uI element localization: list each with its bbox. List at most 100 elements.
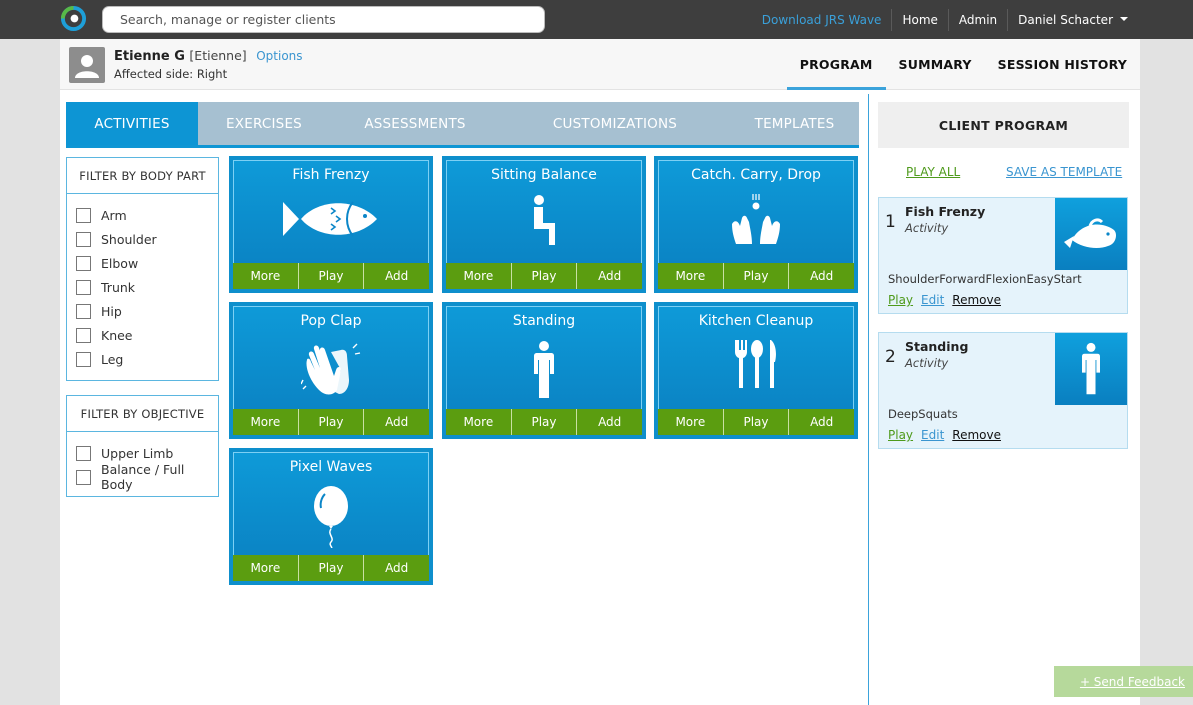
checkbox[interactable]	[76, 279, 91, 295]
save-as-template-link[interactable]: SAVE AS TEMPLATE	[1006, 165, 1122, 179]
add-button[interactable]: Add	[363, 409, 429, 435]
checkbox[interactable]	[76, 303, 91, 319]
admin-link[interactable]: Admin	[947, 8, 1007, 31]
activity-card[interactable]: Kitchen Cleanup More Play Add	[654, 302, 858, 439]
filter-label: Knee	[101, 327, 133, 343]
filter-item-trunk[interactable]: Trunk	[67, 275, 218, 299]
program-item-number: 1	[885, 212, 896, 232]
tab-session-history[interactable]: SESSION HISTORY	[985, 39, 1140, 90]
standing-person-icon	[534, 341, 554, 398]
filter-item-hip[interactable]: Hip	[67, 299, 218, 323]
tab-exercises[interactable]: EXERCISES	[198, 102, 330, 145]
checkbox[interactable]	[76, 327, 91, 343]
balloon-icon	[314, 486, 348, 548]
client-name: Etienne G	[114, 49, 185, 64]
user-menu[interactable]: Daniel Schacter	[1007, 8, 1138, 31]
jrs-logo-icon[interactable]	[60, 5, 87, 32]
remove-link[interactable]: Remove	[952, 428, 1001, 442]
filter-label: Shoulder	[101, 231, 157, 247]
avatar	[69, 47, 105, 83]
play-button[interactable]: Play	[510, 263, 577, 289]
program-item-actions: Play Edit Remove	[888, 428, 1001, 442]
play-button[interactable]: Play	[297, 409, 364, 435]
top-bar: Search, manage or register clients Downl…	[0, 0, 1193, 39]
add-button[interactable]: Add	[788, 409, 854, 435]
checkbox[interactable]	[76, 207, 91, 223]
main-panel: Etienne G [Etienne] Options Affected sid…	[60, 39, 1140, 705]
checkbox[interactable]	[76, 255, 91, 271]
program-item-type: Activity	[905, 356, 949, 370]
tab-program[interactable]: PROGRAM	[786, 39, 886, 90]
filter-item-arm[interactable]: Arm	[67, 203, 218, 227]
client-options-link[interactable]: Options	[256, 49, 302, 63]
program-item-config: ShoulderForwardFlexionEasyStart	[888, 272, 1082, 286]
tab-activities[interactable]: ACTIVITIES	[66, 102, 198, 145]
filter-item-leg[interactable]: Leg	[67, 347, 218, 371]
download-link[interactable]: Download JRS Wave	[752, 9, 892, 31]
user-silhouette-icon	[75, 55, 99, 78]
more-button[interactable]: More	[446, 409, 511, 435]
play-link[interactable]: Play	[888, 428, 913, 442]
remove-link[interactable]: Remove	[952, 293, 1001, 307]
more-button[interactable]: More	[233, 555, 298, 581]
play-all-link[interactable]: PLAY ALL	[906, 165, 960, 179]
filter-body-part-title: FILTER BY BODY PART	[67, 158, 218, 194]
play-link[interactable]: Play	[888, 293, 913, 307]
tab-templates[interactable]: TEMPLATES	[730, 102, 859, 145]
filter-label: Arm	[101, 207, 127, 223]
sitting-person-icon	[534, 195, 555, 245]
activity-card[interactable]: Pixel Waves More Play Add	[229, 448, 433, 585]
play-button[interactable]: Play	[510, 409, 577, 435]
filter-item-knee[interactable]: Knee	[67, 323, 218, 347]
fish-icon	[1064, 218, 1116, 248]
category-tabs: ACTIVITIES EXERCISES ASSESSMENTS CUSTOMI…	[66, 102, 859, 148]
more-button[interactable]: More	[658, 409, 723, 435]
more-button[interactable]: More	[446, 263, 511, 289]
affected-side: Affected side: Right	[114, 67, 228, 81]
play-button[interactable]: Play	[722, 263, 789, 289]
send-feedback-button[interactable]: + Send Feedback	[1054, 666, 1193, 697]
client-program-title: CLIENT PROGRAM	[878, 102, 1129, 148]
checkbox[interactable]	[76, 469, 91, 485]
add-button[interactable]: Add	[788, 263, 854, 289]
add-button[interactable]: Add	[363, 555, 429, 581]
play-button[interactable]: Play	[297, 263, 364, 289]
activity-card-buttons: More Play Add	[446, 409, 642, 435]
filter-objective: FILTER BY OBJECTIVE Upper Limb Balance /…	[66, 395, 219, 497]
activity-card-buttons: More Play Add	[233, 409, 429, 435]
tab-summary[interactable]: SUMMARY	[886, 39, 985, 90]
activity-card[interactable]: Sitting Balance More Play Add	[442, 156, 646, 293]
activity-card[interactable]: Fish Frenzy More Play Add	[229, 156, 433, 293]
checkbox[interactable]	[76, 231, 91, 247]
filter-label: Leg	[101, 351, 124, 367]
activity-card[interactable]: Pop Clap More Play Add	[229, 302, 433, 439]
add-button[interactable]: Add	[576, 409, 642, 435]
program-item-type: Activity	[905, 221, 949, 235]
more-button[interactable]: More	[233, 263, 298, 289]
checkbox[interactable]	[76, 351, 91, 367]
tab-assessments[interactable]: ASSESSMENTS	[330, 102, 500, 145]
program-item: 1 Fish Frenzy Activity ShoulderForwardFl…	[878, 197, 1128, 314]
activity-title: Pixel Waves	[289, 459, 373, 475]
filter-item-elbow[interactable]: Elbow	[67, 251, 218, 275]
activity-card[interactable]: Catch. Carry, Drop More Play Add	[654, 156, 858, 293]
filter-label: Hip	[101, 303, 122, 319]
edit-link[interactable]: Edit	[921, 293, 944, 307]
edit-link[interactable]: Edit	[921, 428, 944, 442]
play-button[interactable]: Play	[722, 409, 789, 435]
home-link[interactable]: Home	[891, 8, 947, 31]
add-button[interactable]: Add	[576, 263, 642, 289]
filter-item-balance[interactable]: Balance / Full Body	[67, 462, 218, 492]
tab-customizations[interactable]: CUSTOMIZATIONS	[500, 102, 730, 145]
filter-item-shoulder[interactable]: Shoulder	[67, 227, 218, 251]
client-name-line: Etienne G [Etienne] Options	[114, 48, 303, 64]
add-button[interactable]: Add	[363, 263, 429, 289]
more-button[interactable]: More	[658, 263, 723, 289]
play-button[interactable]: Play	[297, 555, 364, 581]
activity-card[interactable]: Standing More Play Add	[442, 302, 646, 439]
fish-icon	[283, 201, 377, 237]
search-input[interactable]: Search, manage or register clients	[102, 6, 545, 33]
checkbox[interactable]	[76, 445, 91, 461]
top-nav: Download JRS Wave Home Admin Daniel Scha…	[752, 0, 1138, 39]
more-button[interactable]: More	[233, 409, 298, 435]
